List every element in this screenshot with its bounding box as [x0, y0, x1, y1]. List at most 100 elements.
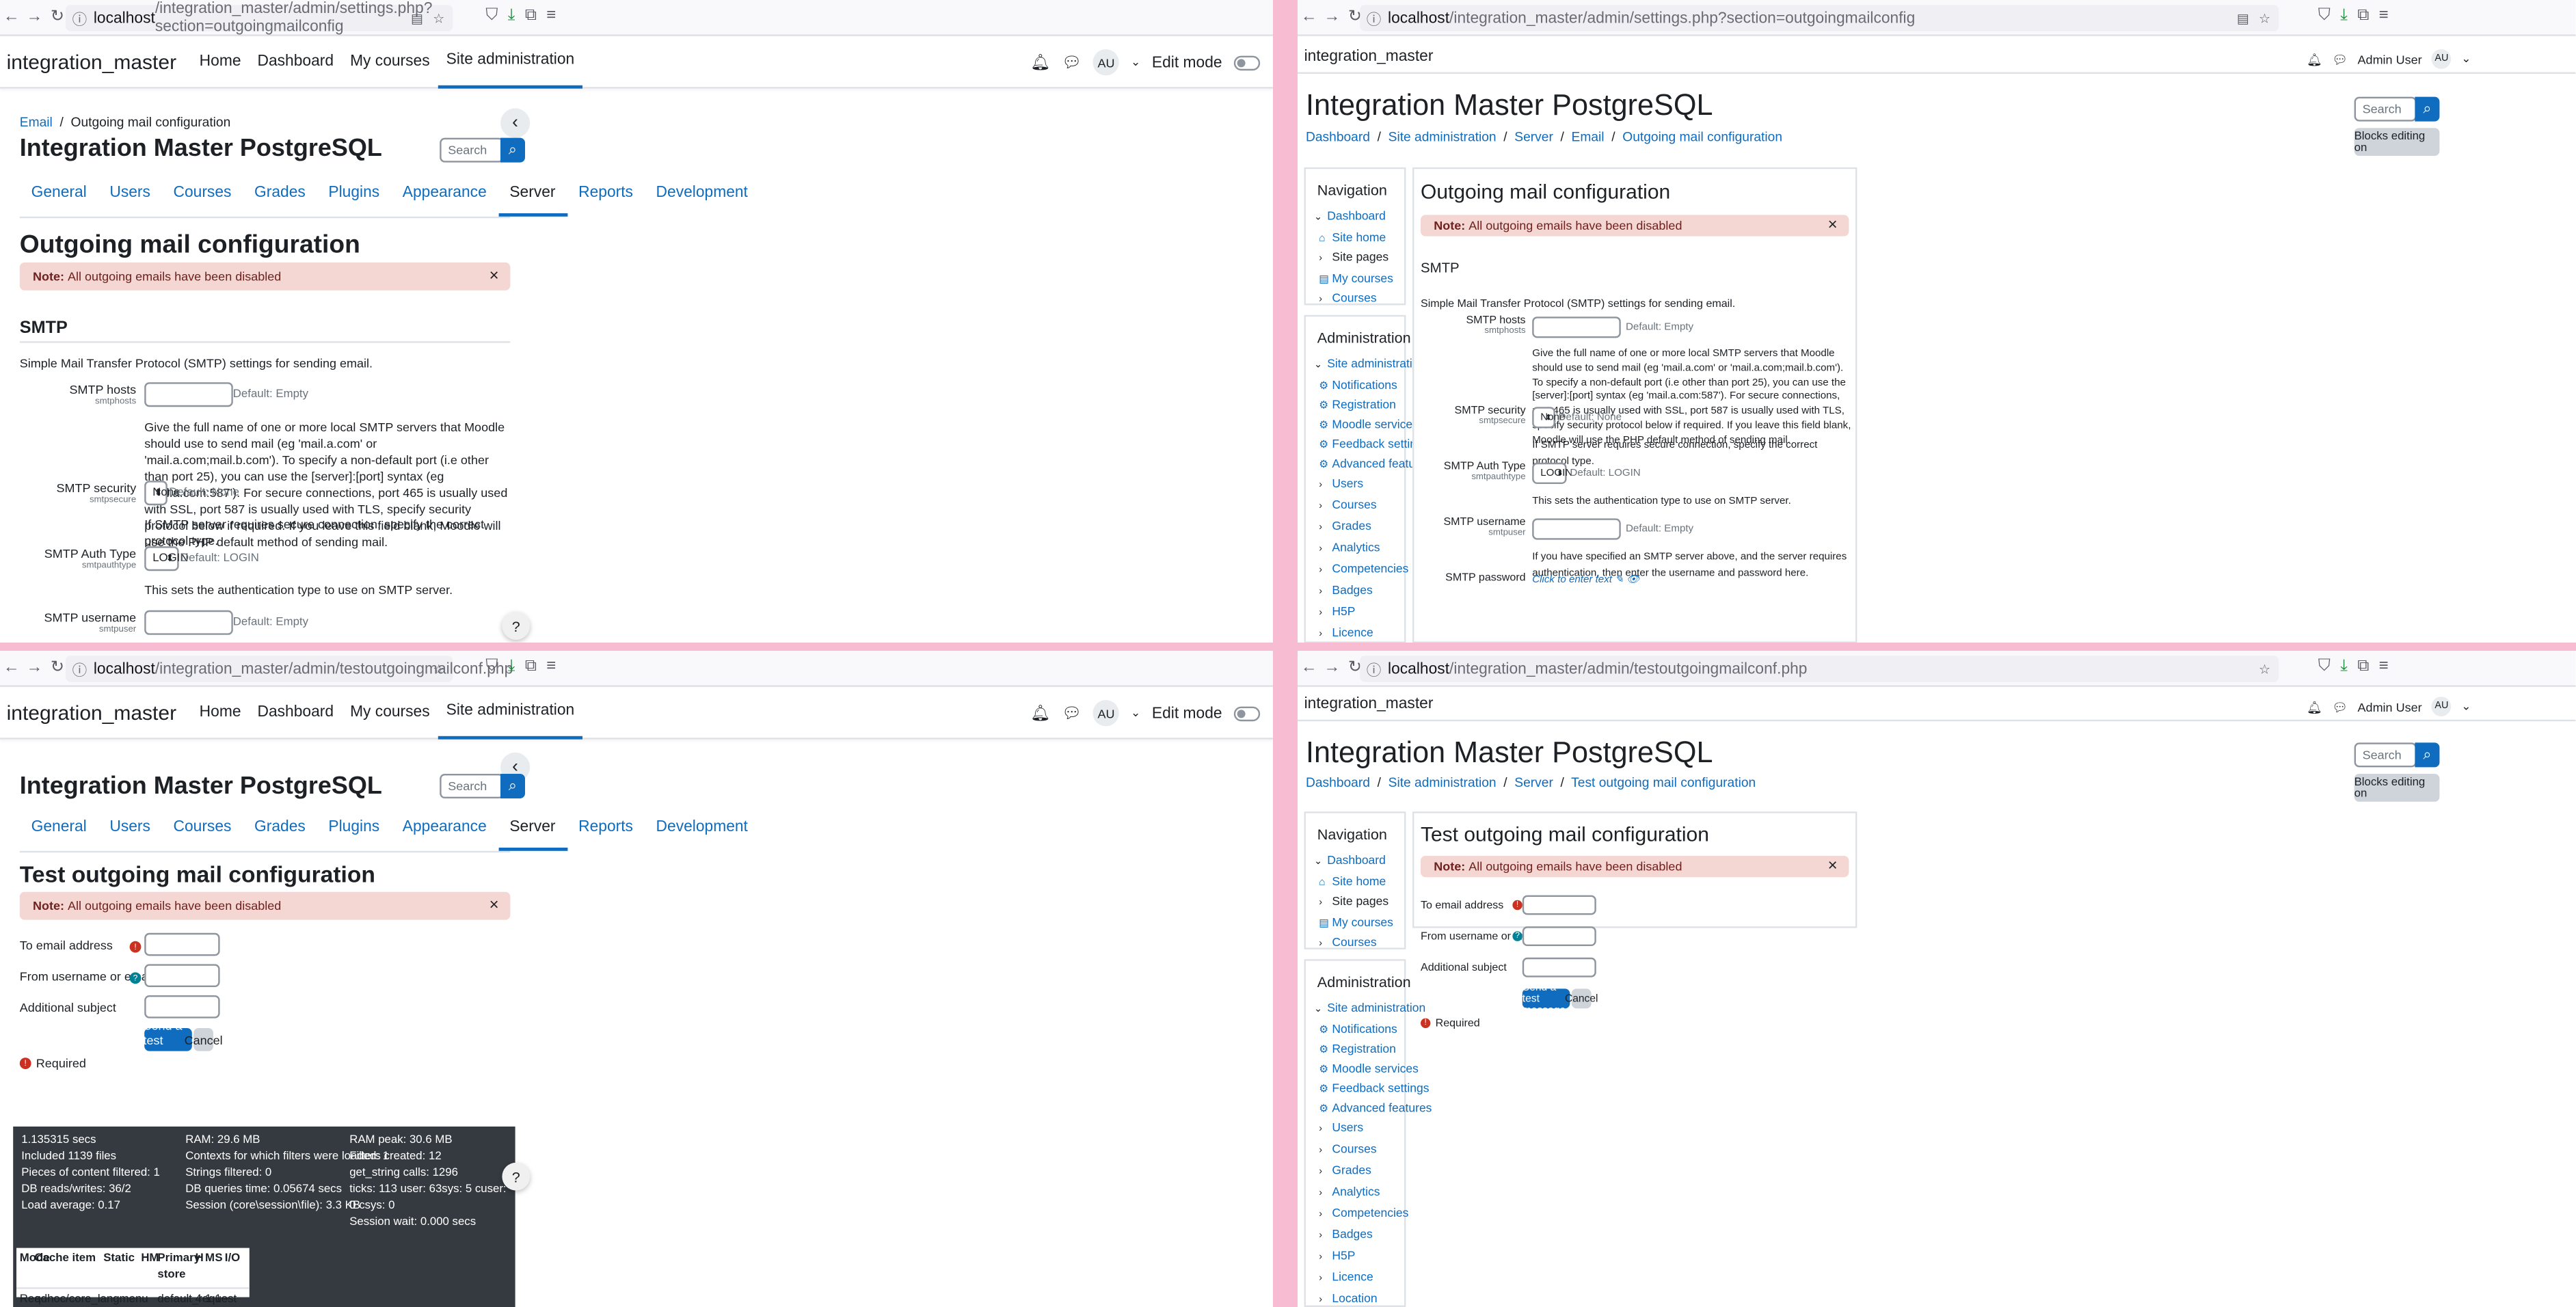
additional-subject-input[interactable] — [144, 995, 220, 1019]
chevron-down-icon[interactable]: ⌄ — [2461, 700, 2471, 713]
back-icon[interactable]: ← — [1298, 659, 1321, 677]
search-icon[interactable]: ⌕ — [2415, 742, 2440, 768]
breadcrumb-site-administration[interactable]: Site administration — [1388, 130, 1497, 145]
messages-icon[interactable]: 💬︎ — [1062, 53, 1082, 71]
download-icon[interactable]: ⤓ — [508, 7, 515, 25]
tree-site-administration[interactable]: Site administration — [1327, 356, 1425, 371]
site-brand[interactable]: integration_master — [1304, 48, 1434, 66]
chevron-down-icon[interactable]: ⌄ — [2461, 53, 2471, 66]
close-icon[interactable]: × — [1828, 217, 1838, 234]
tree-advanced-features[interactable]: Advanced features — [1332, 1101, 1432, 1116]
search-icon[interactable]: ⌕ — [500, 774, 525, 798]
menu-icon[interactable]: ≡ — [546, 658, 556, 675]
nav-dashboard[interactable]: Dashboard — [250, 686, 343, 739]
extensions-icon[interactable]: ⧉ — [525, 658, 537, 675]
smtp-auth-select[interactable]: LOGIN ⬍ — [144, 546, 189, 571]
nav-site-administration[interactable]: Site administration — [438, 686, 583, 739]
tree-feedback-settings[interactable]: Feedback settings — [1332, 1081, 1429, 1096]
tree-users[interactable]: Users — [1332, 1120, 1363, 1135]
forward-icon[interactable]: → — [23, 8, 46, 26]
pocket-icon[interactable]: ⛉ — [2318, 658, 2331, 675]
send-test-message-button[interactable]: Send a test message — [1522, 982, 1570, 1016]
bookmark-star-icon[interactable]: ☆ — [433, 11, 444, 26]
address-bar[interactable]: ⓘ localhost/integration_master/admin/tes… — [1360, 656, 2279, 682]
tree-courses[interactable]: Courses — [1332, 934, 1376, 949]
tree-h5p[interactable]: H5P — [1332, 1248, 1355, 1263]
breadcrumb-server[interactable]: Server — [1514, 130, 1553, 145]
bookmark-star-icon[interactable]: ☆ — [2259, 11, 2270, 26]
tree-competencies[interactable]: Competencies — [1332, 561, 1408, 576]
search-icon[interactable]: ⌕ — [500, 137, 525, 163]
tree-dashboard[interactable]: Dashboard — [1327, 208, 1386, 224]
avatar[interactable]: AU — [1092, 49, 1120, 76]
notifications-bell-icon[interactable]: 🔔︎ — [1030, 53, 1050, 71]
search-input[interactable]: Search — [2354, 742, 2417, 768]
search-input[interactable]: Search — [440, 137, 504, 163]
pocket-icon[interactable]: ⛉ — [2318, 7, 2331, 25]
search-icon[interactable]: ⌕ — [2415, 96, 2440, 122]
smtp-username-input[interactable] — [1532, 518, 1621, 540]
address-bar[interactable]: ⓘ localhost/integration_master/admin/tes… — [66, 656, 513, 682]
close-icon[interactable]: × — [1828, 857, 1838, 875]
tab-plugins[interactable]: Plugins — [317, 184, 391, 217]
tab-plugins[interactable]: Plugins — [317, 818, 391, 851]
breadcrumb-server[interactable]: Server — [1514, 775, 1553, 790]
breadcrumb-current[interactable]: Test outgoing mail configuration — [1571, 775, 1756, 790]
menu-icon[interactable]: ≡ — [2379, 658, 2389, 675]
nav-site-administration[interactable]: Site administration — [438, 36, 583, 88]
messages-icon[interactable]: 💬︎ — [2332, 699, 2348, 714]
tab-courses[interactable]: Courses — [162, 818, 243, 851]
cancel-button[interactable]: Cancel — [1565, 988, 1598, 1009]
tree-badges[interactable]: Badges — [1332, 1226, 1372, 1241]
bookmark-star-icon[interactable]: ☆ — [433, 662, 444, 677]
tab-server[interactable]: Server — [498, 818, 567, 851]
tab-grades[interactable]: Grades — [243, 184, 317, 217]
address-bar[interactable]: ⓘ localhost/integration_master/admin/set… — [66, 0, 453, 36]
pocket-icon[interactable]: ⛉ — [485, 658, 498, 675]
reader-view-icon[interactable]: ▤ — [411, 11, 423, 26]
close-icon[interactable]: × — [489, 267, 499, 285]
tab-general[interactable]: General — [20, 818, 98, 851]
download-icon[interactable]: ⤓ — [2340, 7, 2348, 25]
tab-development[interactable]: Development — [645, 818, 760, 851]
blocks-editing-button[interactable]: Blocks editing on — [2354, 128, 2440, 157]
avatar[interactable]: AU — [1092, 700, 1120, 727]
menu-icon[interactable]: ≡ — [2379, 7, 2389, 25]
tab-server[interactable]: Server — [498, 184, 567, 217]
reader-view-icon[interactable]: ▤ — [2237, 11, 2249, 26]
tab-general[interactable]: General — [20, 184, 98, 217]
tab-appearance[interactable]: Appearance — [391, 184, 498, 217]
help-icon[interactable]: ? — [502, 612, 531, 641]
tree-competencies[interactable]: Competencies — [1332, 1205, 1408, 1220]
breadcrumb-dashboard[interactable]: Dashboard — [1306, 130, 1370, 145]
smtp-auth-select[interactable]: LOGIN ⬍ — [1532, 462, 1572, 484]
smtp-password-inplace[interactable]: Click to enter text ✎ 👁︎ — [1532, 573, 1639, 589]
bookmark-star-icon[interactable]: ☆ — [2259, 662, 2270, 677]
tab-reports[interactable]: Reports — [567, 184, 644, 217]
close-icon[interactable]: × — [489, 897, 499, 915]
help-info-icon[interactable]: ? — [1512, 931, 1522, 941]
back-icon[interactable]: ← — [0, 8, 23, 26]
smtp-security-select[interactable]: None ⬍ — [144, 481, 180, 506]
breadcrumb-site-administration[interactable]: Site administration — [1388, 775, 1497, 790]
forward-icon[interactable]: → — [1321, 659, 1344, 677]
page-info-icon[interactable]: ⓘ — [72, 8, 88, 29]
tree-courses[interactable]: Courses — [1332, 497, 1376, 512]
search-input[interactable]: Search — [440, 774, 504, 798]
back-icon[interactable]: ← — [0, 659, 23, 677]
to-email-input[interactable] — [144, 932, 220, 956]
tree-grades[interactable]: Grades — [1332, 518, 1371, 533]
user-name[interactable]: Admin User — [2358, 52, 2422, 67]
tree-analytics[interactable]: Analytics — [1332, 540, 1380, 555]
edit-mode-toggle[interactable] — [1233, 55, 1260, 70]
page-info-icon[interactable]: ⓘ — [1367, 658, 1382, 679]
forward-icon[interactable]: → — [1321, 8, 1344, 26]
tree-my-courses[interactable]: My courses — [1332, 271, 1393, 286]
tree-courses[interactable]: Courses — [1332, 291, 1376, 306]
pencil-icon[interactable]: ✎ — [1615, 574, 1624, 586]
from-address-input[interactable] — [144, 964, 220, 987]
tree-site-home[interactable]: Site home — [1332, 874, 1386, 889]
edit-mode-toggle[interactable] — [1233, 705, 1260, 720]
page-info-icon[interactable]: ⓘ — [1367, 8, 1382, 29]
tree-moodle-services[interactable]: Moodle services — [1332, 417, 1419, 432]
